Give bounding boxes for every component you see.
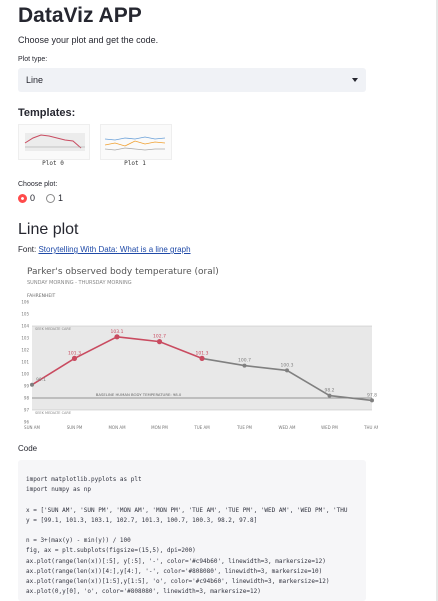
data-label: 99.1 (36, 377, 46, 383)
y-tick-label: 104 (21, 324, 29, 329)
code-line: fig, ax = plt.subplots(figsize=(15,5), d… (26, 547, 196, 555)
code-line: ax.plot(range(len(x))[1:5],y[1:5], 'o', … (26, 578, 330, 585)
data-label: 100.7 (238, 358, 251, 364)
chart-subtitle: SUNDAY MORNING - THURSDAY MORNING (27, 280, 132, 286)
line-chart: Parker's observed body temperature (oral… (21, 267, 378, 430)
radio-option-1[interactable]: 1 (46, 193, 63, 203)
x-tick-label: TUE AM (193, 425, 210, 430)
data-point (156, 339, 163, 345)
template-caption-0: Plot 0 (42, 160, 64, 167)
chart-title: Parker's observed body temperature (oral… (27, 267, 219, 277)
plot-type-select[interactable]: Line (18, 68, 366, 92)
templates-heading: Templates: (18, 107, 76, 119)
app-subtitle: Choose your plot and get the code. (18, 35, 159, 45)
data-point (327, 393, 332, 398)
data-label: 101.3 (68, 350, 81, 356)
y-tick-label: 96 (24, 420, 30, 425)
radio-option-0-label: 0 (30, 193, 36, 203)
app-title: DataViz APP (18, 4, 142, 27)
band-top-label: SEEK MEDIATE CARE (35, 327, 71, 331)
code-line: import numpy as np (26, 486, 92, 494)
y-tick-label: 101 (21, 360, 29, 365)
radio-option-0[interactable]: 0 (18, 193, 35, 203)
font-credit: Font: Storytelling With Data: What is a … (18, 245, 191, 254)
data-label: 101.3 (196, 350, 209, 356)
data-label: 100.3 (281, 362, 294, 368)
template-caption-1: Plot 1 (124, 160, 146, 167)
font-prefix: Font: (18, 245, 39, 254)
template-thumbnail-1[interactable] (100, 124, 172, 160)
radio-unselected-icon (46, 193, 55, 203)
chevron-down-icon (352, 78, 358, 82)
y-tick-label: 103 (21, 336, 29, 341)
data-point (242, 363, 247, 368)
radio-selected-icon (18, 193, 27, 203)
choose-plot-label: Choose plot: (18, 181, 58, 188)
y-tick-label: 102 (21, 348, 29, 353)
baseline-label: BASELINE HUMAN BODY TEMPERATURE: 98.0 (96, 392, 182, 397)
y-tick-label: 100 (21, 372, 29, 377)
code-line: n = 3+(max(y) - min(y)) / 100 (26, 537, 131, 545)
code-label: Code (18, 444, 38, 453)
y-tick-label: 106 (21, 300, 29, 305)
plot-type-value: Line (26, 75, 44, 85)
code-line: ax.plot(range(len(x))[:5], y[:5], '-', c… (26, 557, 326, 565)
code-line: import matplotlib.pyplots as plt (26, 476, 142, 483)
chart-band (32, 326, 372, 410)
y-tick-label: 98 (24, 396, 30, 401)
x-tick-label: WED AM (278, 425, 296, 430)
code-line: x = ['SUN AM', 'SUN PM', 'MON AM', 'MON … (26, 506, 348, 514)
data-label: 98.2 (324, 388, 334, 394)
thumbnail-1-image (104, 136, 166, 151)
line-plot-heading: Line plot (18, 221, 79, 238)
data-point (114, 334, 120, 340)
code-line: ax.plot(0,y[0], 'o', color='#808080', li… (26, 588, 261, 596)
thumbnail-0-image (24, 133, 85, 151)
x-tick-label: SUN AM (24, 425, 40, 430)
x-tick-label: TUE PM (236, 425, 253, 430)
radio-option-1-label: 1 (58, 193, 64, 203)
x-tick-label: THU AM (363, 425, 378, 430)
data-point (71, 355, 78, 361)
x-tick-label: MON AM (108, 425, 126, 430)
x-tick-label: MON PM (151, 425, 168, 430)
data-point (30, 382, 34, 387)
y-tick-label: 97 (24, 408, 30, 413)
data-point (199, 355, 205, 361)
chart-ylabel: FAHRENHEIT (27, 293, 56, 299)
y-tick-label: 99 (24, 384, 30, 389)
data-label: 103.1 (111, 329, 124, 335)
code-line: y = [99.1, 101.3, 103.1, 102.7, 101.3, 1… (26, 516, 258, 524)
data-point (285, 368, 289, 373)
y-tick-label: 105 (21, 312, 29, 317)
plot-type-label: Plot type: (18, 56, 48, 63)
band-bottom-label: SEEK MEDIATE CARE (35, 411, 71, 415)
x-tick-label: WED PM (321, 425, 338, 430)
code-block[interactable]: import matplotlib.pyplots as plt import n… (18, 460, 366, 601)
template-thumbnail-0[interactable] (18, 124, 90, 160)
data-point (370, 398, 374, 403)
code-line: ax.plot(range(len(x))[4:],y[4:], '-', co… (26, 567, 323, 575)
font-source-link[interactable]: Storytelling With Data: What is a line g… (38, 245, 190, 254)
data-label: 102.7 (153, 334, 166, 340)
x-tick-label: SUN PM (67, 425, 83, 430)
data-label: 97.8 (367, 392, 377, 398)
